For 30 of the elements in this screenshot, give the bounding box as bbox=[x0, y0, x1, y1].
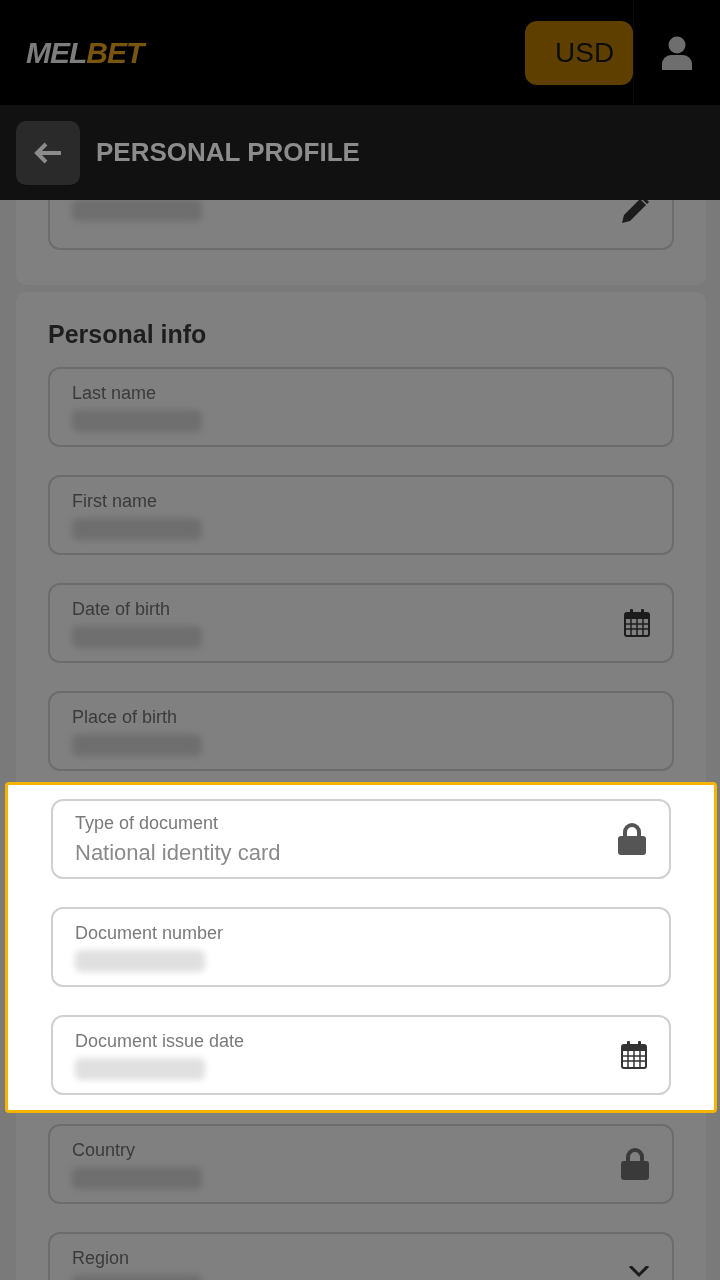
lock-icon bbox=[620, 1148, 650, 1180]
field-label: Region bbox=[72, 1247, 131, 1269]
back-button[interactable] bbox=[16, 120, 80, 185]
user-icon[interactable] bbox=[662, 35, 692, 70]
section-title: Personal info bbox=[48, 320, 208, 349]
logo[interactable]: MELBET bbox=[26, 35, 144, 70]
field-label: Date of birth bbox=[72, 598, 172, 620]
field-label: Last name bbox=[72, 382, 158, 404]
input-field[interactable]: Document number bbox=[51, 907, 671, 987]
lock-icon bbox=[617, 823, 647, 855]
pencil-icon[interactable] bbox=[620, 200, 650, 225]
date-field[interactable]: Date of birth bbox=[48, 583, 674, 663]
field-label: First name bbox=[72, 490, 159, 512]
input-field[interactable]: Region bbox=[48, 1232, 674, 1280]
field-label: Document number bbox=[75, 922, 225, 944]
input-field[interactable]: First name bbox=[48, 475, 674, 555]
field-label: Type of document bbox=[75, 812, 220, 834]
field-value: National identity card bbox=[75, 839, 282, 866]
field-label: Document issue date bbox=[75, 1030, 246, 1052]
currency-button[interactable]: USD bbox=[525, 20, 633, 85]
field-label: Country bbox=[72, 1139, 137, 1161]
date-field[interactable]: Document issue date bbox=[51, 1015, 671, 1095]
input-field[interactable]: Type of document National identity card bbox=[51, 799, 671, 879]
page-title: PERSONAL PROFILE bbox=[96, 137, 360, 168]
back-arrow-icon bbox=[33, 140, 63, 165]
calendar-icon[interactable] bbox=[621, 1041, 647, 1069]
input-field[interactable]: Place of birth bbox=[48, 691, 674, 771]
input-field[interactable]: Last name bbox=[48, 367, 674, 447]
field-label: Place of birth bbox=[72, 706, 179, 728]
input-field[interactable]: Country bbox=[48, 1124, 674, 1204]
